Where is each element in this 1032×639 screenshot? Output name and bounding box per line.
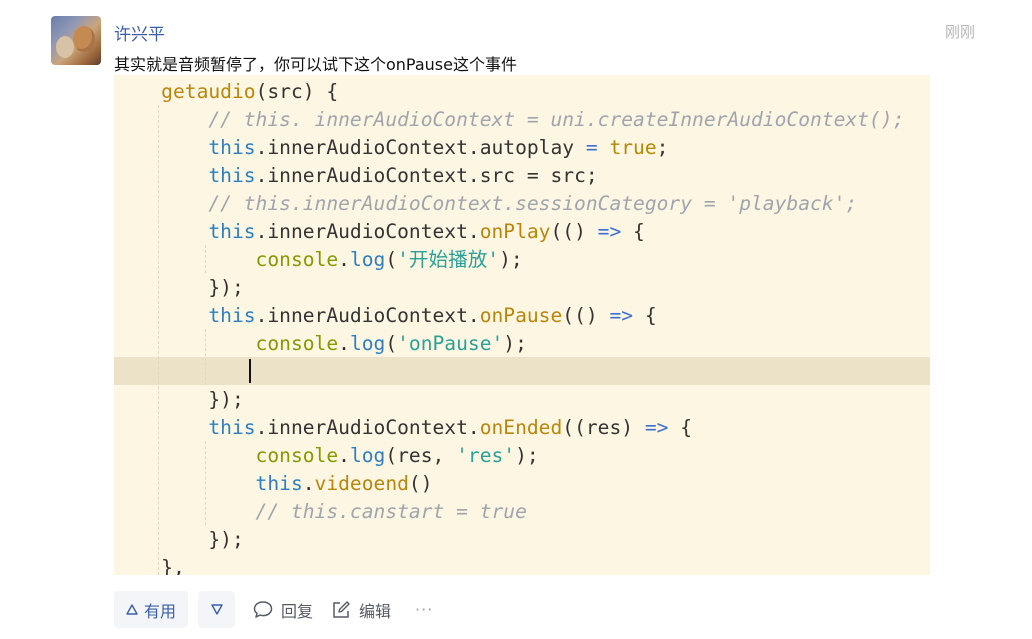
edit-button[interactable]: 编辑: [331, 598, 391, 622]
code-line: console.log(res, 'res');: [114, 442, 904, 470]
triangle-down-icon: [210, 604, 223, 615]
code-token: console: [114, 444, 339, 467]
code-token: // this.innerAudioContext.sessionCategor…: [114, 192, 858, 215]
code-token: onEnded: [479, 416, 563, 439]
code-line: });: [114, 274, 904, 302]
code-token: =>: [644, 416, 669, 439]
code-token: onPause: [479, 304, 563, 327]
code-token: '开始播放': [397, 248, 500, 271]
code-token: this: [114, 472, 303, 495]
code-token: onPlay: [479, 220, 551, 243]
code-token: getaudio: [114, 80, 256, 103]
action-bar: 有用 回复 编辑 ···: [114, 591, 433, 628]
code-line: console.log('onPause');: [114, 330, 904, 358]
code-token: {: [633, 304, 657, 327]
code-token: console: [114, 332, 339, 355]
code-token: =>: [609, 304, 634, 327]
code-token: =>: [597, 220, 622, 243]
username[interactable]: 许兴平: [114, 20, 165, 45]
message-text: 其实就是音频暂停了，你可以试下这个onPause这个事件: [114, 55, 517, 74]
code-token: );: [515, 444, 539, 467]
code-token: .innerAudioContext.: [255, 416, 480, 439]
useful-button[interactable]: 有用: [114, 591, 189, 628]
avatar[interactable]: [51, 16, 101, 65]
avatar-bear: [73, 26, 95, 52]
code-token: .innerAudioContext.: [255, 304, 480, 327]
code-token: .innerAudioContext.: [255, 220, 480, 243]
code-screenshot: getaudio(src) { // this. innerAudioConte…: [114, 75, 930, 575]
code-token: {: [668, 416, 693, 439]
code-token: .: [338, 248, 350, 271]
code-token: (: [385, 248, 398, 271]
code-token: this: [114, 164, 256, 187]
code-line: // this.innerAudioContext.sessionCategor…: [114, 190, 904, 218]
code-token: (: [385, 332, 398, 355]
code-token: 'res': [456, 444, 516, 467]
code-token: true: [609, 136, 657, 159]
code-token: log: [349, 444, 386, 467]
code-token: (): [408, 472, 433, 495]
code-line: // this.canstart = true: [114, 498, 904, 526]
code-token: .innerAudioContext.autoplay: [255, 136, 586, 159]
triangle-up-icon: [126, 604, 138, 615]
code-token: .: [338, 332, 350, 355]
code-token: this: [114, 304, 256, 327]
code-line: this.innerAudioContext.src = src;: [114, 162, 904, 190]
code-line: this.innerAudioContext.onPause(() => {: [114, 302, 904, 330]
code-token: this: [114, 136, 256, 159]
code-token: .: [338, 444, 350, 467]
more-options-button[interactable]: ···: [415, 600, 433, 619]
code-token: // this.canstart = true: [114, 500, 527, 523]
code-token: console: [114, 248, 339, 271]
edit-icon: [331, 600, 351, 620]
code-token: (src) {: [255, 80, 339, 103]
comment-icon: [253, 600, 273, 619]
reply-label: 回复: [281, 601, 314, 621]
code-token: ((): [550, 220, 598, 243]
code-token: {: [621, 220, 645, 243]
code-token: });: [114, 276, 244, 299]
code-token: .innerAudioContext.src = src;: [255, 164, 598, 187]
code-line: this.innerAudioContext.onPlay(() => {: [114, 218, 904, 246]
code-token: ((res): [562, 416, 645, 439]
edit-label: 编辑: [359, 601, 392, 621]
code-block: getaudio(src) { // this. innerAudioConte…: [114, 78, 904, 575]
not-useful-button[interactable]: [198, 591, 236, 628]
code-line: this.innerAudioContext.onEnded((res) => …: [114, 414, 904, 442]
code-token: 'onPause': [397, 332, 504, 355]
reply-button[interactable]: 回复: [253, 598, 313, 622]
code-line: this.videoend(): [114, 470, 904, 498]
code-line: console.log('开始播放');: [114, 246, 904, 274]
code-token: // this. innerAudioContext = uni.createI…: [114, 108, 905, 131]
code-token: },: [114, 556, 185, 575]
code-token: });: [114, 388, 244, 411]
code-line: getaudio(src) {: [114, 78, 904, 106]
code-token: this: [114, 416, 256, 439]
code-line: },: [114, 554, 904, 575]
code-token: videoend: [314, 472, 409, 495]
avatar-figure: [56, 36, 74, 58]
code-token: );: [499, 248, 523, 271]
timestamp: 刚刚: [944, 23, 975, 41]
code-token: ((): [562, 304, 610, 327]
code-token: log: [349, 332, 386, 355]
code-token: });: [114, 528, 244, 551]
code-line: this.innerAudioContext.autoplay = true;: [114, 134, 904, 162]
code-token: this: [114, 220, 256, 243]
code-token: (res,: [385, 444, 457, 467]
useful-label: 有用: [144, 601, 177, 621]
code-token: );: [503, 332, 527, 355]
code-token: =: [585, 136, 598, 159]
code-token: ;: [656, 136, 669, 159]
code-token: .: [302, 472, 315, 495]
code-token: log: [349, 248, 386, 271]
code-line: });: [114, 526, 904, 554]
code-line: });: [114, 386, 904, 414]
code-line: // this. innerAudioContext = uni.createI…: [114, 106, 904, 134]
